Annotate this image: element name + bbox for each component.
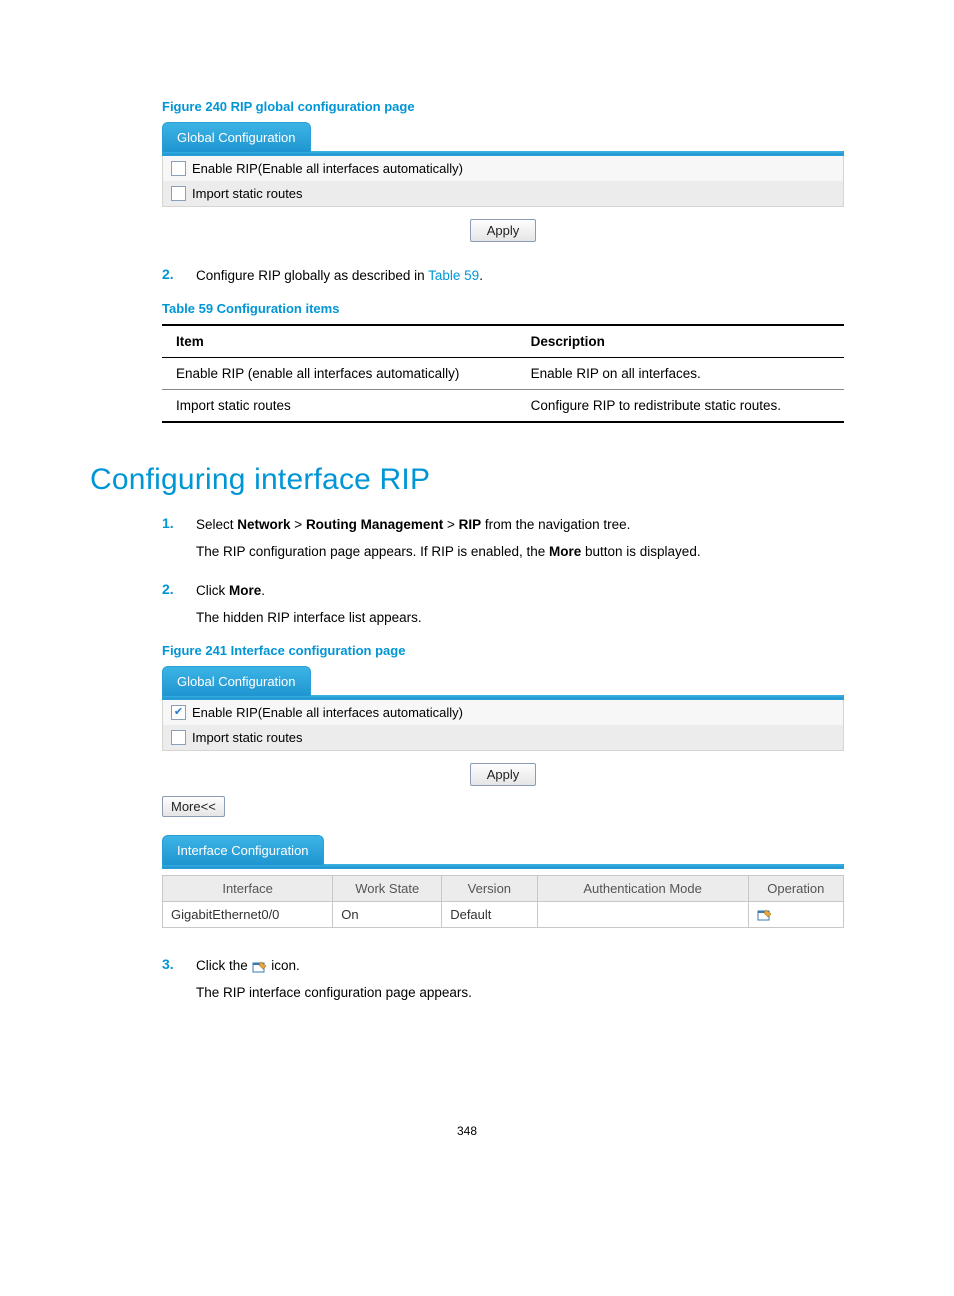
- import-static-checkbox[interactable]: [171, 730, 186, 745]
- cell-auth-mode: [537, 901, 748, 928]
- step-text: Configure RIP globally as described in T…: [196, 266, 844, 287]
- th-work-state: Work State: [333, 875, 442, 901]
- th-version: Version: [442, 875, 537, 901]
- global-config-panel-241: Global Configuration ✔ Enable RIP(Enable…: [162, 666, 844, 835]
- global-configuration-tab[interactable]: Global Configuration: [162, 122, 311, 152]
- interface-steps: 1. Select Network > Routing Management >…: [162, 515, 844, 1004]
- cell-work-state: On: [333, 901, 442, 928]
- figure-241-caption: Figure 241 Interface configuration page: [162, 643, 844, 658]
- interface-table: Interface Work State Version Authenticat…: [162, 875, 844, 929]
- figure-240-block: Figure 240 RIP global configuration page…: [162, 99, 844, 248]
- more-bold: More: [229, 583, 261, 598]
- step-number: 3.: [162, 956, 196, 1004]
- more-button[interactable]: More<<: [162, 796, 225, 817]
- apply-button[interactable]: Apply: [470, 763, 537, 786]
- import-static-row: Import static routes: [163, 181, 843, 206]
- table-59-block: Table 59 Configuration items Item Descri…: [162, 301, 844, 423]
- import-static-label: Import static routes: [192, 186, 303, 201]
- import-static-label: Import static routes: [192, 730, 303, 745]
- table-row: Enable RIP (enable all interfaces automa…: [162, 357, 844, 389]
- import-static-row: Import static routes: [163, 725, 843, 750]
- enable-rip-row: ✔ Enable RIP(Enable all interfaces autom…: [163, 700, 843, 725]
- enable-rip-row: Enable RIP(Enable all interfaces automat…: [163, 156, 843, 181]
- table-59: Item Description Enable RIP (enable all …: [162, 324, 844, 423]
- interface-configuration-tab[interactable]: Interface Configuration: [162, 835, 324, 865]
- apply-row: Apply: [162, 207, 844, 248]
- step-number: 1.: [162, 515, 196, 563]
- config-panel-body: Enable RIP(Enable all interfaces automat…: [162, 156, 844, 207]
- table-row: GigabitEthernet0/0 On Default: [163, 901, 844, 928]
- nav-network: Network: [237, 517, 290, 532]
- apply-button[interactable]: Apply: [470, 219, 537, 242]
- global-step-2: 2. Configure RIP globally as described i…: [162, 266, 844, 287]
- enable-rip-checkbox-checked[interactable]: ✔: [171, 705, 186, 720]
- page-number: 348: [90, 1124, 844, 1138]
- cell-version: Default: [442, 901, 537, 928]
- th-item: Item: [162, 325, 517, 358]
- iface-step-1: 1. Select Network > Routing Management >…: [162, 515, 844, 563]
- cell-operation: [748, 901, 843, 928]
- step-number: 2.: [162, 266, 196, 287]
- th-description: Description: [517, 325, 844, 358]
- enable-rip-label: Enable RIP(Enable all interfaces automat…: [192, 705, 463, 720]
- table-59-link[interactable]: Table 59: [428, 268, 479, 283]
- interface-config-panel: Interface Configuration Interface Work S…: [162, 835, 844, 929]
- enable-rip-checkbox[interactable]: [171, 161, 186, 176]
- table-59-caption: Table 59 Configuration items: [162, 301, 844, 316]
- page: Figure 240 RIP global configuration page…: [0, 0, 954, 1178]
- nav-rip: RIP: [459, 517, 482, 532]
- th-operation: Operation: [748, 875, 843, 901]
- th-interface: Interface: [163, 875, 333, 901]
- figure-240-caption: Figure 240 RIP global configuration page: [162, 99, 844, 114]
- edit-icon[interactable]: [757, 907, 773, 922]
- step-number: 2.: [162, 581, 196, 629]
- more-text: More: [549, 544, 581, 559]
- section-heading: Configuring interface RIP: [90, 463, 844, 497]
- import-static-checkbox[interactable]: [171, 186, 186, 201]
- global-config-panel-240: Global Configuration Enable RIP(Enable a…: [162, 122, 844, 248]
- nav-routing-management: Routing Management: [306, 517, 443, 532]
- edit-icon: [252, 958, 268, 973]
- th-auth-mode: Authentication Mode: [537, 875, 748, 901]
- table-row: Import static routes Configure RIP to re…: [162, 389, 844, 422]
- iface-step-2: 2. Click More. The hidden RIP interface …: [162, 581, 844, 629]
- enable-rip-label: Enable RIP(Enable all interfaces automat…: [192, 161, 463, 176]
- global-configuration-tab[interactable]: Global Configuration: [162, 666, 311, 696]
- iface-step-3: 3. Click the icon. The RIP interface con…: [162, 956, 844, 1004]
- cell-interface: GigabitEthernet0/0: [163, 901, 333, 928]
